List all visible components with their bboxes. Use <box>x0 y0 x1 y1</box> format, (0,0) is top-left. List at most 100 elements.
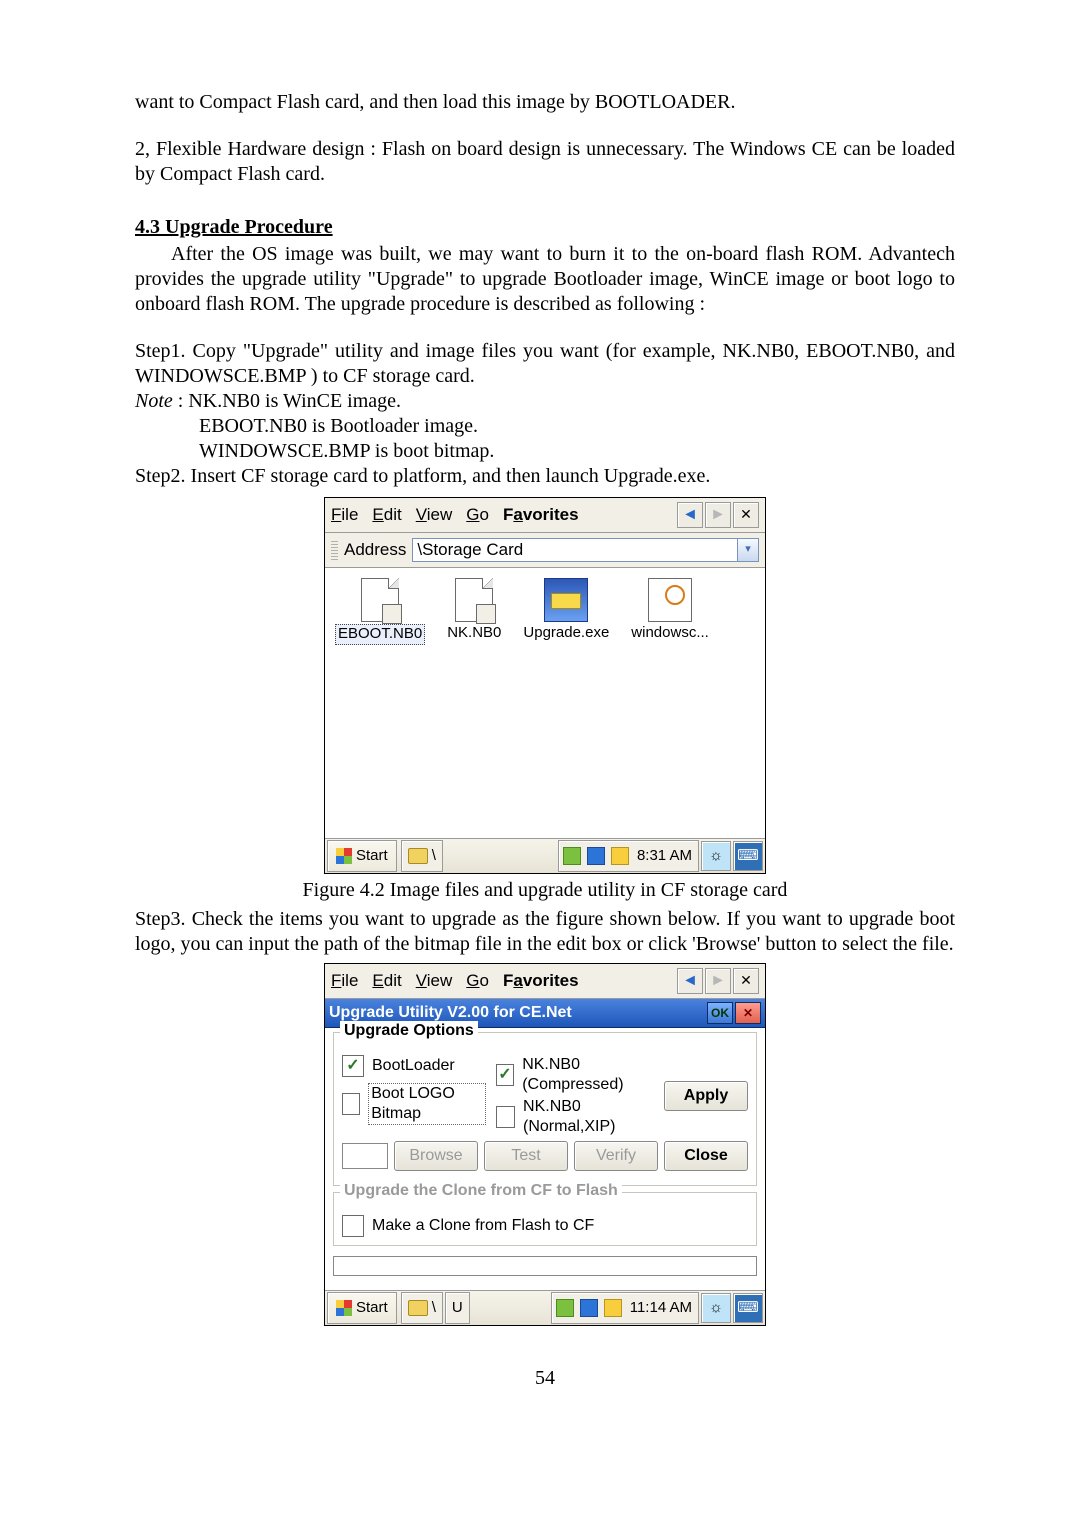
close-button[interactable]: ✕ <box>733 968 759 994</box>
arrow-right-icon: ► <box>710 505 726 525</box>
file-label: NK.NB0 <box>447 624 501 643</box>
para-want: want to Compact Flash card, and then loa… <box>135 90 955 115</box>
menu-favorites[interactable]: Favorites <box>503 970 579 991</box>
keyboard-icon: ⌨ <box>737 847 759 866</box>
nav-back-button[interactable]: ◄ <box>677 502 703 528</box>
nav-back-button[interactable]: ◄ <box>677 968 703 994</box>
system-tray: 8:31 AM <box>558 840 699 872</box>
file-nk-nb0[interactable]: NK.NB0 <box>447 578 501 748</box>
dialog-close-button[interactable]: ✕ <box>735 1002 761 1024</box>
label-nk-compressed: NK.NB0 (Compressed) <box>522 1055 656 1095</box>
group-clone-legend: Upgrade the Clone from CF to Flash <box>340 1181 622 1201</box>
chevron-down-icon: ▾ <box>745 543 751 557</box>
step3: Step3. Check the items you want to upgra… <box>135 907 955 957</box>
tray-icon[interactable] <box>587 847 605 865</box>
close-button[interactable]: Close <box>664 1141 748 1171</box>
taskbar: Start \ 8:31 AM ☼ ⌨ <box>325 838 765 873</box>
address-label: Address <box>344 539 406 560</box>
label-bootlogo: Boot LOGO Bitmap <box>368 1083 486 1125</box>
verify-button[interactable]: Verify <box>574 1141 658 1171</box>
note-line2: EBOOT.NB0 is Bootloader image. <box>135 414 955 439</box>
step1: Step1. Copy "Upgrade" utility and image … <box>135 339 955 389</box>
menu-go[interactable]: Go <box>466 504 489 525</box>
checkbox-bootloader[interactable] <box>342 1055 364 1077</box>
address-bar: Address \Storage Card ▾ <box>325 533 765 568</box>
checkbox-bootlogo[interactable] <box>342 1093 360 1115</box>
windows-logo-icon <box>336 848 352 864</box>
folder-icon <box>408 1300 428 1316</box>
screenshot-storage-card: File Edit View Go Favorites ◄ ► ✕ Addres… <box>324 497 766 874</box>
tray-icon[interactable] <box>580 1299 598 1317</box>
grip-icon <box>331 540 338 560</box>
page-number: 54 <box>135 1366 955 1391</box>
menu-favorites[interactable]: Favorites <box>503 504 579 525</box>
folder-icon <box>408 848 428 864</box>
sip-button[interactable]: ⌨ <box>733 841 763 871</box>
figure-caption-4-2: Figure 4.2 Image files and upgrade utili… <box>135 878 955 903</box>
sip-button[interactable]: ⌨ <box>733 1293 763 1323</box>
menu-file[interactable]: File <box>331 970 358 991</box>
file-label: Upgrade.exe <box>523 624 609 643</box>
dialog-title: Upgrade Utility V2.00 for CE.Net <box>329 1003 572 1023</box>
task-explorer[interactable]: \ <box>401 840 443 872</box>
menu-go[interactable]: Go <box>466 970 489 991</box>
menubar: File Edit View Go Favorites ◄ ► ✕ <box>325 498 765 533</box>
desktop-icon: ☼ <box>709 847 723 866</box>
arrow-left-icon: ◄ <box>682 505 698 525</box>
badge-icon <box>382 604 402 624</box>
show-desktop-button[interactable]: ☼ <box>701 1293 731 1323</box>
tray-icon[interactable] <box>611 847 629 865</box>
group-clone: Upgrade the Clone from CF to Flash Make … <box>333 1192 757 1246</box>
exe-icon <box>544 578 588 622</box>
para-flexible: 2, Flexible Hardware design : Flash on b… <box>135 137 955 187</box>
ok-button[interactable]: OK <box>707 1002 733 1024</box>
checkbox-nk-normal[interactable] <box>496 1106 515 1128</box>
close-icon: ✕ <box>743 1006 753 1021</box>
menu-file[interactable]: File <box>331 504 358 525</box>
badge-icon <box>476 604 496 624</box>
bitmap-path-input[interactable] <box>342 1143 388 1169</box>
menu-edit[interactable]: Edit <box>372 504 401 525</box>
file-eboot-nb0[interactable]: EBOOT.NB0 <box>335 578 425 748</box>
arrow-left-icon: ◄ <box>682 971 698 991</box>
para-after-os: After the OS image was built, we may wan… <box>135 242 955 317</box>
desktop-icon: ☼ <box>709 1299 723 1318</box>
test-button[interactable]: Test <box>484 1141 568 1171</box>
tray-icon[interactable] <box>556 1299 574 1317</box>
nav-forward-button[interactable]: ► <box>705 968 731 994</box>
file-upgrade-exe[interactable]: Upgrade.exe <box>523 578 609 748</box>
file-windowsce-bmp[interactable]: windowsc... <box>631 578 709 748</box>
file-list: EBOOT.NB0 NK.NB0 Upgrade.exe windowsc... <box>325 568 765 838</box>
windows-logo-icon <box>336 1300 352 1316</box>
close-icon: ✕ <box>740 506 752 524</box>
start-button[interactable]: Start <box>327 1292 397 1324</box>
label-nk-normal: NK.NB0 (Normal,XIP) <box>523 1097 656 1137</box>
menubar: File Edit View Go Favorites ◄ ► ✕ <box>325 964 765 999</box>
address-input[interactable]: \Storage Card <box>412 538 738 562</box>
taskbar: Start \ U 11:14 AM ☼ ⌨ <box>325 1290 765 1325</box>
tray-icon[interactable] <box>563 847 581 865</box>
clock: 8:31 AM <box>635 847 694 866</box>
screenshot-upgrade-dialog: File Edit View Go Favorites ◄ ► ✕ Upgrad… <box>324 963 766 1326</box>
checkbox-make-clone[interactable] <box>342 1215 364 1237</box>
start-button[interactable]: Start <box>327 840 397 872</box>
task-explorer[interactable]: \ <box>401 1292 443 1324</box>
app-icon: U <box>452 1299 463 1318</box>
browse-button[interactable]: Browse <box>394 1141 478 1171</box>
apply-button[interactable]: Apply <box>664 1081 748 1111</box>
menu-view[interactable]: View <box>416 970 453 991</box>
address-dropdown-button[interactable]: ▾ <box>738 538 759 562</box>
file-label: EBOOT.NB0 <box>335 624 425 645</box>
note-line1: Note : NK.NB0 is WinCE image. <box>135 389 955 414</box>
menu-edit[interactable]: Edit <box>372 970 401 991</box>
menu-view[interactable]: View <box>416 504 453 525</box>
tray-icon[interactable] <box>604 1299 622 1317</box>
note-line3: WINDOWSCE.BMP is boot bitmap. <box>135 439 955 464</box>
close-button[interactable]: ✕ <box>733 502 759 528</box>
show-desktop-button[interactable]: ☼ <box>701 841 731 871</box>
task-upgrade-app[interactable]: U <box>445 1292 470 1324</box>
checkbox-nk-compressed[interactable] <box>496 1064 514 1086</box>
step2: Step2. Insert CF storage card to platfor… <box>135 464 955 489</box>
nav-forward-button[interactable]: ► <box>705 502 731 528</box>
arrow-right-icon: ► <box>710 971 726 991</box>
